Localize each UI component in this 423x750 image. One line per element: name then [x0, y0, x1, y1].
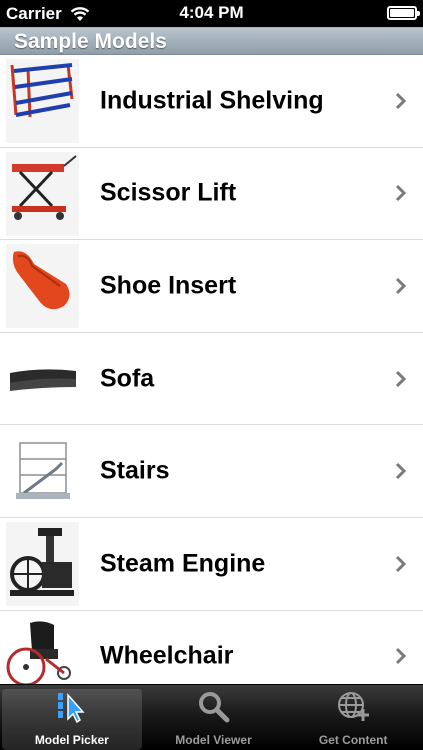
tab-get-content[interactable]: Get Content: [283, 685, 423, 750]
model-label: Sofa: [100, 364, 155, 393]
sofa-thumbnail: [6, 336, 79, 421]
globe-plus-icon: [338, 692, 370, 721]
model-label: Stairs: [100, 456, 170, 485]
tab-model-picker[interactable]: Model Picker: [2, 689, 142, 750]
model-label: Scissor Lift: [100, 178, 237, 207]
chevron-right-icon: [395, 463, 407, 480]
chevron-right-icon: [395, 185, 407, 202]
model-row-stairs[interactable]: Stairs: [0, 425, 423, 518]
chevron-right-icon: [395, 92, 407, 109]
model-row-industrial-shelving[interactable]: Industrial Shelving: [0, 55, 423, 148]
model-list: Industrial Shelving Scissor Lift Shoe In…: [0, 55, 423, 704]
tab-label: Model Picker: [34, 733, 109, 747]
chevron-right-icon: [395, 555, 407, 572]
tab-label: Model Viewer: [175, 733, 252, 747]
steam-engine-thumbnail: [6, 521, 79, 606]
model-row-shoe-insert[interactable]: Shoe Insert: [0, 240, 423, 333]
magnifier-icon: [198, 692, 229, 723]
battery-fill: [390, 9, 414, 17]
battery-icon: [387, 6, 420, 20]
shoe-insert-thumbnail: [6, 244, 79, 329]
section-header: Sample Models: [0, 27, 423, 55]
model-row-steam-engine[interactable]: Steam Engine: [0, 517, 423, 611]
cursor-icon: [57, 693, 85, 724]
chevron-right-icon: [395, 277, 407, 295]
model-row-sofa[interactable]: Sofa: [0, 332, 423, 426]
scissor-lift-thumbnail: [6, 151, 79, 236]
tab-bar: Model Picker Model Viewer Get Content: [0, 684, 423, 750]
status-time: 4:04 PM: [179, 3, 244, 22]
status-bar: Carrier 4:04 PM: [0, 0, 423, 27]
model-label: Steam Engine: [100, 549, 266, 578]
model-row-scissor-lift[interactable]: Scissor Lift: [0, 147, 423, 241]
industrial-shelving-thumbnail: [6, 59, 79, 143]
chevron-right-icon: [395, 648, 407, 665]
model-label: Wheelchair: [100, 641, 234, 670]
model-label: Industrial Shelving: [100, 86, 324, 115]
tab-label: Get Content: [318, 733, 388, 747]
model-label: Shoe Insert: [100, 271, 237, 300]
stairs-thumbnail: [6, 429, 79, 514]
tab-model-viewer[interactable]: Model Viewer: [144, 685, 284, 750]
chevron-right-icon: [395, 370, 407, 387]
